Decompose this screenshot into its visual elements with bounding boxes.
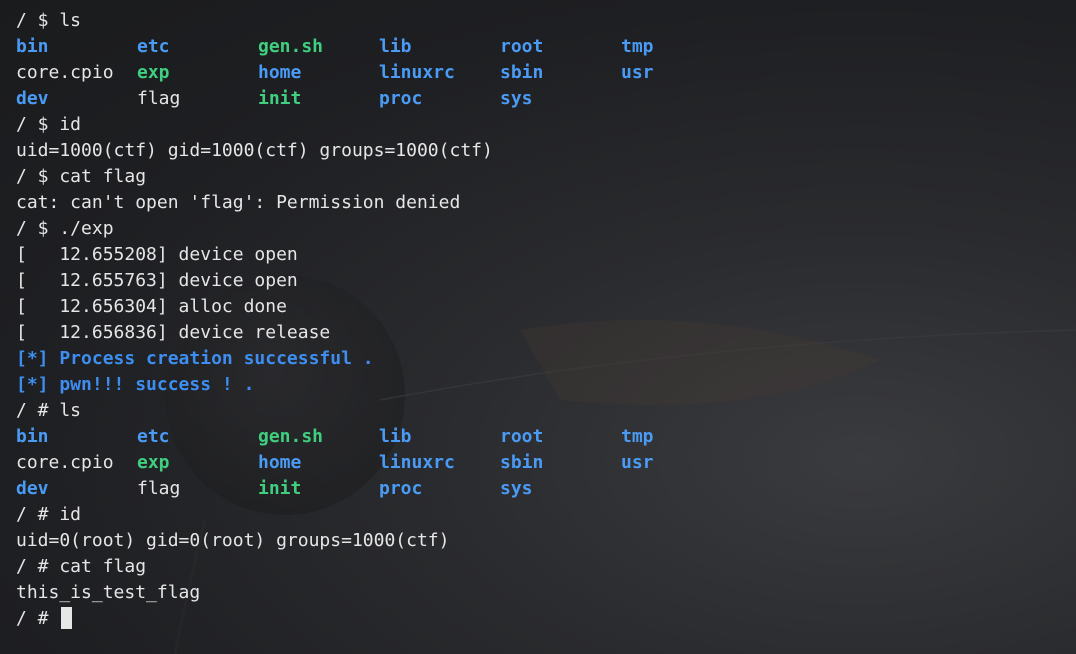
terminal-line: / # id: [16, 502, 1066, 528]
ls-output-row: dev flag init proc sys: [16, 86, 1066, 112]
ls-entry-dir: proc: [379, 88, 423, 109]
ls-entry-dir: etc: [137, 426, 170, 447]
terminal-line: / # ls: [16, 398, 1066, 424]
exploit-status-line: [*] Process creation successful .: [16, 346, 1066, 372]
shell-prompt-text: / #: [16, 608, 60, 629]
ls-entry-dir: linuxrc: [379, 62, 455, 83]
ls-entry-dir: linuxrc: [379, 452, 455, 473]
terminal-line: uid=1000(ctf) gid=1000(ctf) groups=1000(…: [16, 138, 1066, 164]
ls-entry-dir: home: [258, 452, 302, 473]
terminal-line: / $ id: [16, 112, 1066, 138]
ls-entry-dir: lib: [379, 36, 412, 57]
ls-entry-file: flag: [137, 478, 181, 499]
ls-entry-dir: sbin: [500, 62, 544, 83]
terminal-line-text: / $ ls: [16, 10, 82, 31]
terminal-line-text: [ 12.655763] device open: [16, 270, 298, 291]
terminal-line: this_is_test_flag: [16, 580, 1066, 606]
terminal-line-text: uid=0(root) gid=0(root) groups=1000(ctf): [16, 530, 450, 551]
terminal-line: / $ cat flag: [16, 164, 1066, 190]
ls-entry-dir: bin: [16, 426, 49, 447]
ls-output-row: dev flag init proc sys: [16, 476, 1066, 502]
terminal-line-text: this_is_test_flag: [16, 582, 201, 603]
ls-entry-exec: init: [258, 88, 302, 109]
terminal-line-text: / $ ./exp: [16, 218, 114, 239]
terminal-line: cat: can't open 'flag': Permission denie…: [16, 190, 1066, 216]
terminal-line-text: [ 12.655208] device open: [16, 244, 298, 265]
terminal-window[interactable]: { "colors": { "directory": "#4a9bf5", "e…: [0, 0, 1076, 654]
exploit-status-line-text: [*] pwn!!! success ! .: [16, 374, 255, 395]
ls-output-row: bin etc gen.sh lib root tmp: [16, 34, 1066, 60]
terminal-line-text: / $ cat flag: [16, 166, 147, 187]
ls-entry-dir: lib: [379, 426, 412, 447]
ls-entry-exec: exp: [137, 452, 170, 473]
ls-entry-dir: dev: [16, 478, 49, 499]
terminal-line: [ 12.656304] alloc done: [16, 294, 1066, 320]
shell-prompt[interactable]: / #: [16, 606, 1066, 632]
ls-entry-exec: exp: [137, 62, 170, 83]
ls-output-row: core.cpio exp home linuxrc sbin usr: [16, 60, 1066, 86]
terminal-line: uid=0(root) gid=0(root) groups=1000(ctf): [16, 528, 1066, 554]
terminal-line-text: uid=1000(ctf) gid=1000(ctf) groups=1000(…: [16, 140, 493, 161]
ls-entry-file: core.cpio: [16, 452, 114, 473]
terminal-line-text: [ 12.656304] alloc done: [16, 296, 287, 317]
ls-entry-exec: gen.sh: [258, 426, 324, 447]
ls-entry-dir: tmp: [621, 426, 654, 447]
ls-entry-dir: usr: [621, 62, 654, 83]
terminal-line-text: / $ id: [16, 114, 82, 135]
exploit-status-line: [*] pwn!!! success ! .: [16, 372, 1066, 398]
text-cursor: [61, 607, 73, 629]
terminal-line: / $ ./exp: [16, 216, 1066, 242]
ls-entry-dir: sbin: [500, 452, 544, 473]
ls-entry-dir: home: [258, 62, 302, 83]
terminal-line-text: / # id: [16, 504, 82, 525]
ls-output-row: bin etc gen.sh lib root tmp: [16, 424, 1066, 450]
terminal-line-text: [ 12.656836] device release: [16, 322, 331, 343]
ls-entry-exec: gen.sh: [258, 36, 324, 57]
ls-entry-exec: init: [258, 478, 302, 499]
ls-entry-dir: sys: [500, 478, 533, 499]
terminal-line: [ 12.655763] device open: [16, 268, 1066, 294]
terminal-line: [ 12.656836] device release: [16, 320, 1066, 346]
terminal-output[interactable]: / $ ls bin etc gen.sh lib root tmp core.cpio exp…: [16, 8, 1066, 632]
ls-output-row: core.cpio exp home linuxrc sbin usr: [16, 450, 1066, 476]
terminal-line: / # cat flag: [16, 554, 1066, 580]
ls-entry-dir: bin: [16, 36, 49, 57]
ls-entry-dir: dev: [16, 88, 49, 109]
ls-entry-dir: etc: [137, 36, 170, 57]
terminal-line-text: / # cat flag: [16, 556, 147, 577]
ls-entry-dir: usr: [621, 452, 654, 473]
ls-entry-dir: root: [500, 36, 544, 57]
ls-entry-dir: proc: [379, 478, 423, 499]
terminal-line: / $ ls: [16, 8, 1066, 34]
ls-entry-dir: tmp: [621, 36, 654, 57]
terminal-line-text: cat: can't open 'flag': Permission denie…: [16, 192, 461, 213]
ls-entry-dir: sys: [500, 88, 533, 109]
ls-entry-dir: root: [500, 426, 544, 447]
exploit-status-line-text: [*] Process creation successful .: [16, 348, 374, 369]
terminal-line: [ 12.655208] device open: [16, 242, 1066, 268]
ls-entry-file: core.cpio: [16, 62, 114, 83]
terminal-line-text: / # ls: [16, 400, 82, 421]
ls-entry-file: flag: [137, 88, 181, 109]
